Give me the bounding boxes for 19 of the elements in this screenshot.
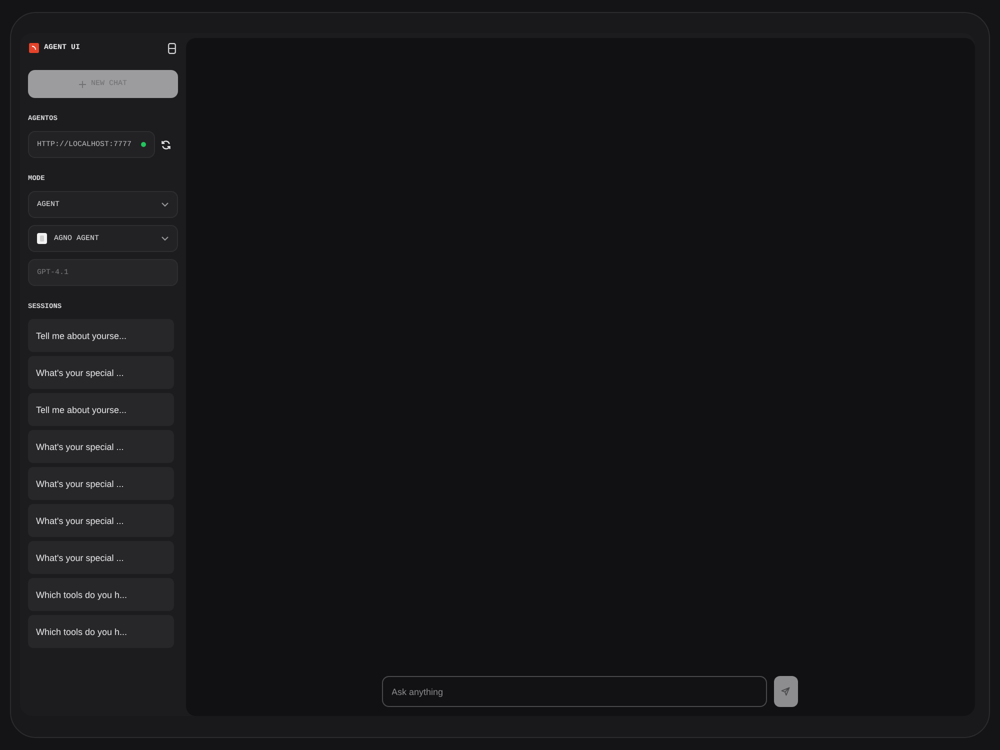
session-item[interactable]: What's your special ...	[28, 541, 174, 574]
send-button[interactable]	[774, 676, 798, 707]
send-icon	[781, 687, 790, 696]
session-item[interactable]: Which tools do you h...	[28, 615, 174, 648]
logo-icon	[29, 43, 39, 53]
session-item[interactable]: What's your special ...	[28, 504, 174, 537]
session-item[interactable]: Which tools do you h...	[28, 578, 174, 611]
session-item[interactable]: What's your special ...	[28, 467, 174, 500]
refresh-icon[interactable]	[161, 140, 171, 150]
session-item[interactable]: Tell me about yourse...	[28, 319, 174, 352]
chat-input[interactable]: Ask anything	[382, 676, 766, 707]
agent-avatar-icon	[37, 233, 47, 244]
plus-icon	[78, 80, 86, 88]
chevron-icon	[161, 236, 169, 241]
session-item[interactable]: Tell me about yourse...	[28, 393, 174, 426]
chevron-icon	[161, 202, 169, 207]
session-item[interactable]: What's your special ...	[28, 356, 174, 389]
sidebar-toggle-icon[interactable]	[168, 42, 176, 54]
session-item[interactable]: What's your special ...	[28, 430, 174, 463]
